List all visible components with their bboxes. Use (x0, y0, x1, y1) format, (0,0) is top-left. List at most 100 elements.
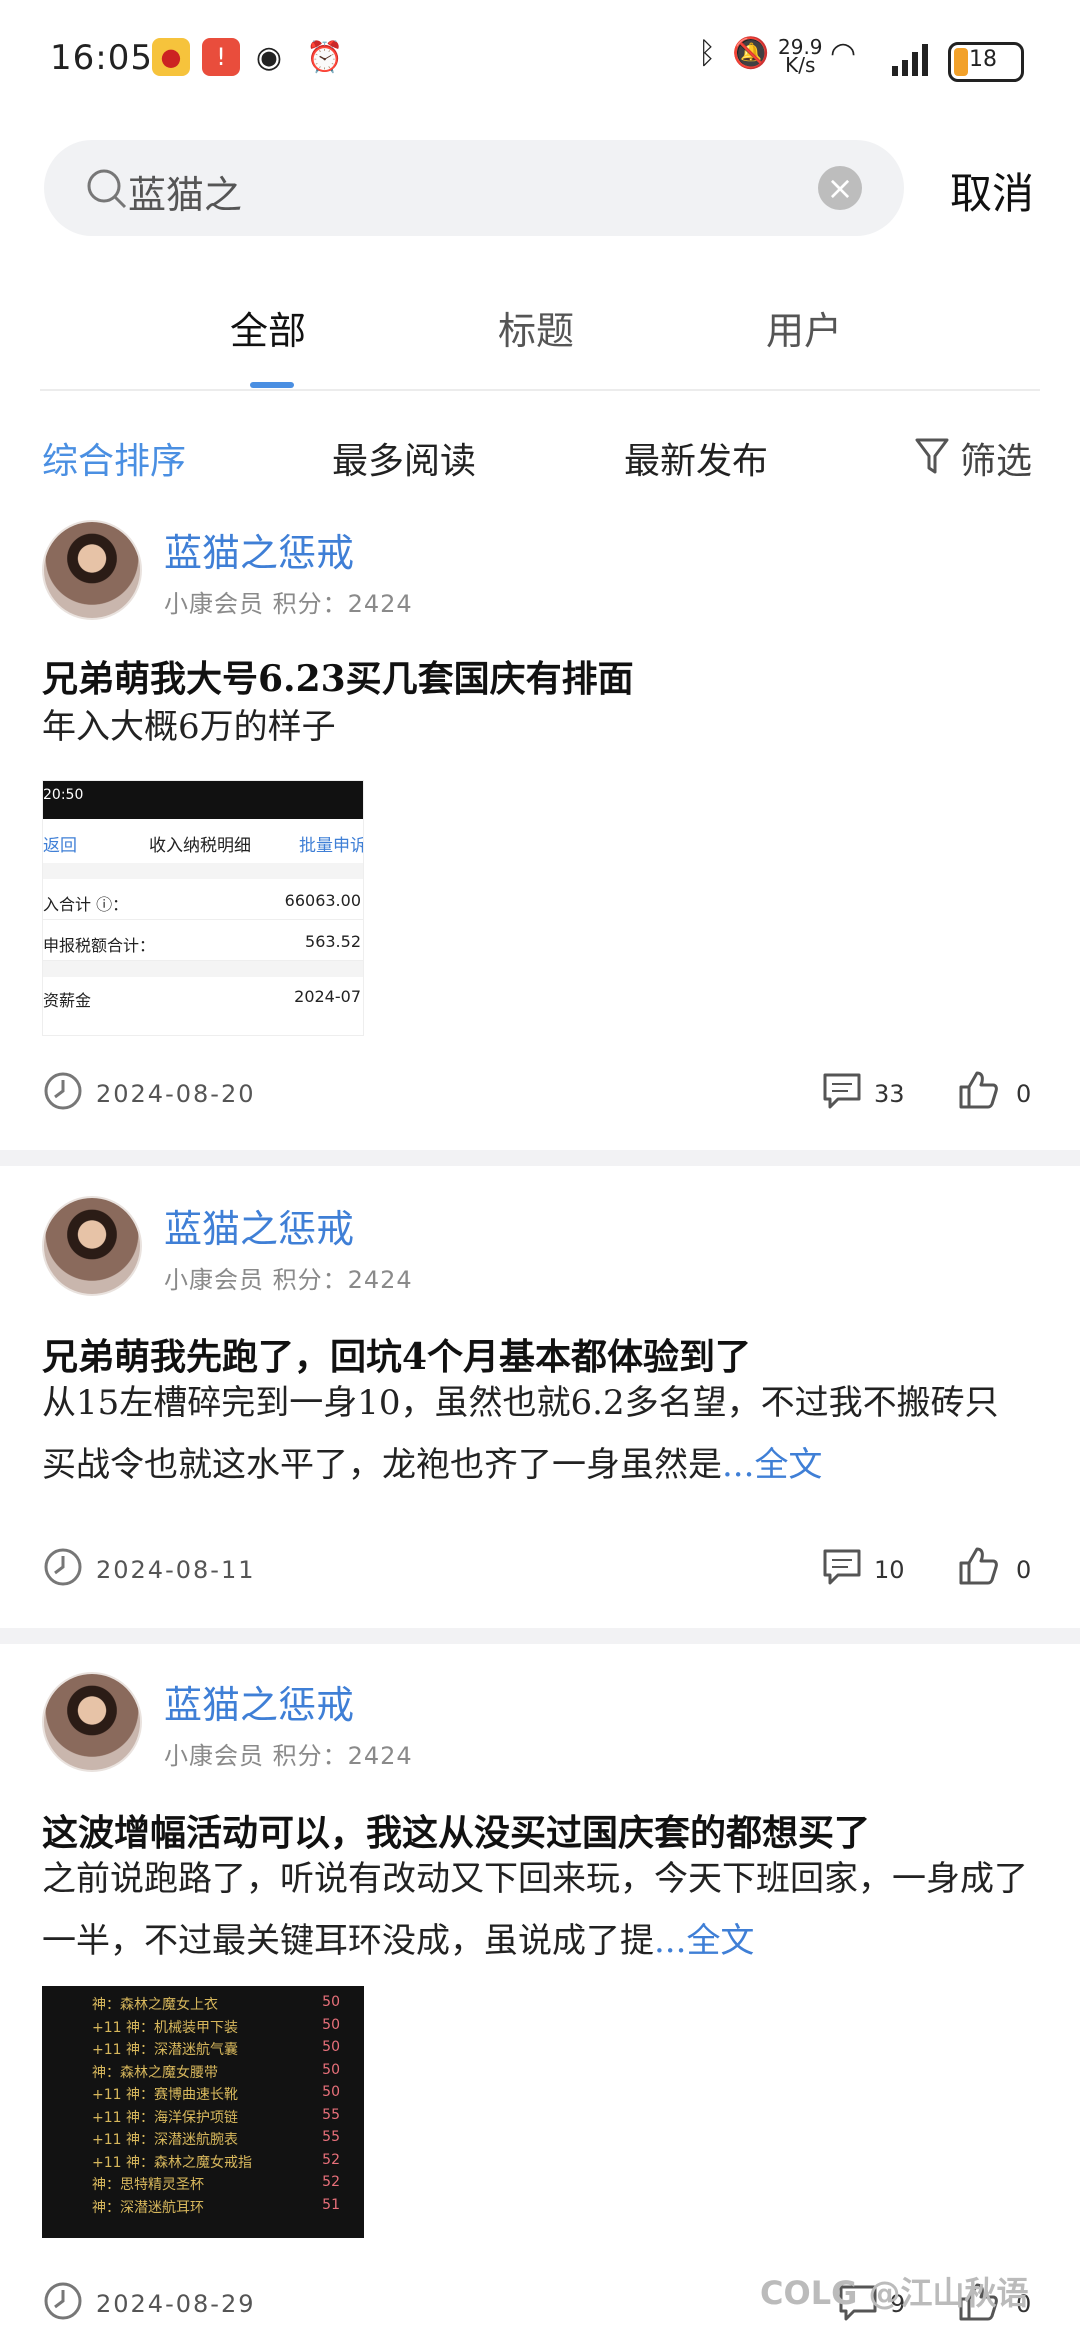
image-item-name: +11 神：深潜迷航气囊 (92, 2042, 238, 2058)
post-separator (0, 1150, 1080, 1166)
image-item-row: 神：森林之魔女腰带 50 (42, 2062, 364, 2085)
tab-title[interactable]: 标题 (498, 300, 574, 355)
image-item-row: +11 神：深潜迷航气囊 50 (42, 2039, 364, 2062)
image-row-value: 66063.00 (284, 891, 361, 910)
image-item-value: 50 (322, 2084, 340, 2100)
app-red-icon: ! (202, 38, 240, 76)
author-meta: 小康会员 积分：2424 (164, 1742, 413, 1770)
tab-user[interactable]: 用户 (766, 300, 842, 355)
image-title: 收入纳税明细 (149, 836, 251, 856)
image-item-name: +11 神：机械装甲下装 (92, 2019, 238, 2036)
signal-icon (892, 44, 928, 76)
post-body[interactable]: 年入大概6万的样子 (42, 696, 1032, 758)
search-icon (87, 169, 127, 209)
sort-most-read[interactable]: 最多阅读 (332, 432, 476, 484)
image-item-value: 55 (322, 2129, 340, 2145)
image-item-name: 神：森林之魔女腰带 (92, 2064, 218, 2081)
wifi-icon: ◠ (830, 36, 857, 71)
image-item-value: 50 (322, 2016, 340, 2033)
clear-search-icon[interactable]: × (818, 166, 862, 210)
full-text-link[interactable]: 全文 (754, 1445, 822, 1485)
filter-icon[interactable] (914, 436, 950, 476)
image-action: 批量申诉 (299, 836, 364, 856)
like-icon[interactable] (958, 1070, 998, 1110)
image-row-value: 563.52 (305, 932, 361, 951)
clock-icon (44, 1548, 82, 1586)
image-item-row: 神：深潜迷航耳环 51 (42, 2197, 364, 2220)
like-count: 0 (1016, 1556, 1032, 1584)
post-image[interactable]: 神：森林之魔女上衣 50 +11 神：机械装甲下装 50 +11 神：深潜迷航气囊 50 神… (42, 1986, 364, 2238)
image-item-value: 52 (322, 2151, 340, 2168)
image-item-name: +11 神：赛博曲速长靴 (92, 2087, 238, 2103)
mute-icon: 🔕 (732, 36, 770, 71)
comment-count: 33 (874, 1080, 905, 1108)
eye-icon: ◉ (255, 39, 283, 75)
avatar[interactable] (42, 520, 142, 620)
like-count: 0 (1016, 1080, 1032, 1108)
post-date: 2024-08-20 (96, 1080, 256, 1108)
image-row-value: 2024-07 (294, 987, 361, 1006)
image-item-value: 50 (322, 2061, 340, 2078)
image-item-row: 神：思特精灵圣杯 52 (42, 2174, 364, 2197)
author-meta: 小康会员 积分：2424 (164, 590, 413, 618)
alarm-icon: ⏰ (306, 39, 344, 75)
post-body-text: 从15左槽碎完到一身10，虽然也就6.2多名望，不过我不搬砖只买战令也就这水平了… (42, 1383, 999, 1485)
comment-icon[interactable] (822, 1072, 862, 1110)
battery-icon: 18 (948, 42, 1024, 82)
post-date: 2024-08-11 (96, 1556, 256, 1584)
image-item-name: +11 神：森林之魔女戒指 (92, 2154, 252, 2171)
weibo-icon: ● (152, 38, 190, 76)
sort-comprehensive[interactable]: 综合排序 (42, 432, 186, 484)
image-item-value: 50 (322, 1994, 340, 2010)
image-item-name: +11 神：深潜迷航腕表 (92, 2132, 238, 2148)
image-item-value: 55 (322, 2106, 340, 2123)
avatar[interactable] (42, 1672, 142, 1772)
watermark: COLG @江山秋语 (760, 2274, 1029, 2312)
image-item-row: +11 神：海洋保护项链 55 (42, 2107, 364, 2130)
clock-icon (44, 2282, 82, 2320)
sort-newest[interactable]: 最新发布 (624, 432, 768, 484)
bluetooth-icon: ᛒ (698, 36, 716, 71)
status-time: 16:05 (50, 38, 153, 78)
author-name[interactable]: 蓝猫之惩戒 (164, 1674, 354, 1729)
comment-icon[interactable] (822, 1548, 862, 1586)
author-name[interactable]: 蓝猫之惩戒 (164, 522, 354, 577)
image-row-label: 入合计 ⓘ： (43, 895, 129, 914)
image-item-name: 神：森林之魔女上衣 (92, 1997, 218, 2013)
cancel-button[interactable]: 取消 (950, 160, 1034, 221)
clock-icon (44, 1072, 82, 1110)
image-status-time: 20:50 (43, 787, 84, 803)
image-item-value: 52 (322, 2174, 340, 2190)
image-item-row: 神：森林之魔女上衣 50 (42, 1994, 364, 2017)
comment-count: 10 (874, 1556, 905, 1584)
like-icon[interactable] (958, 1546, 998, 1586)
author-name[interactable]: 蓝猫之惩戒 (164, 1198, 354, 1253)
tab-divider (40, 389, 1040, 391)
post-body[interactable]: 之前说跑路了，听说有改动又下回来玩，今天下班回家，一身成了一半，不过最关键耳环没… (42, 1848, 1032, 1972)
battery-level: 18 (969, 47, 997, 72)
image-item-row: +11 神：森林之魔女戒指 52 (42, 2152, 364, 2175)
post-body[interactable]: 从15左槽碎完到一身10，虽然也就6.2多名望，不过我不搬砖只买战令也就这水平了… (42, 1372, 1032, 1496)
image-item-name: 神：深潜迷航耳环 (92, 2199, 204, 2216)
author-meta: 小康会员 积分：2424 (164, 1266, 413, 1294)
ellipsis: ... (654, 1921, 687, 1961)
image-item-value: 50 (322, 2039, 340, 2055)
post-body-text: 之前说跑路了，听说有改动又下回来玩，今天下班回家，一身成了一半，不过最关键耳环没… (42, 1859, 1028, 1961)
image-item-name: +11 神：海洋保护项链 (92, 2109, 238, 2126)
image-row-label: 资薪金 (43, 991, 92, 1010)
image-item-row: +11 神：机械装甲下装 50 (42, 2017, 364, 2040)
image-back-label: 返回 (43, 836, 77, 856)
tab-active-indicator (250, 382, 294, 388)
search-input[interactable]: 蓝猫之 (128, 164, 242, 219)
tab-all[interactable]: 全部 (230, 300, 306, 355)
ellipsis: ... (722, 1445, 755, 1485)
post-separator (0, 1628, 1080, 1644)
image-row-label: 申报税额合计： (43, 936, 156, 955)
full-text-link[interactable]: 全文 (686, 1921, 754, 1961)
image-item-row: +11 神：深潜迷航腕表 55 (42, 2129, 364, 2152)
filter-button[interactable]: 筛选 (960, 432, 1032, 484)
avatar[interactable] (42, 1196, 142, 1296)
post-title[interactable]: 兄弟萌我大号6.23买几套国庆有排面 (42, 650, 634, 702)
post-image[interactable]: 20:50 返回 收入纳税明细 批量申诉 入合计 ⓘ： 66063.00 申报税… (42, 780, 364, 1036)
post-date: 2024-08-29 (96, 2290, 256, 2318)
